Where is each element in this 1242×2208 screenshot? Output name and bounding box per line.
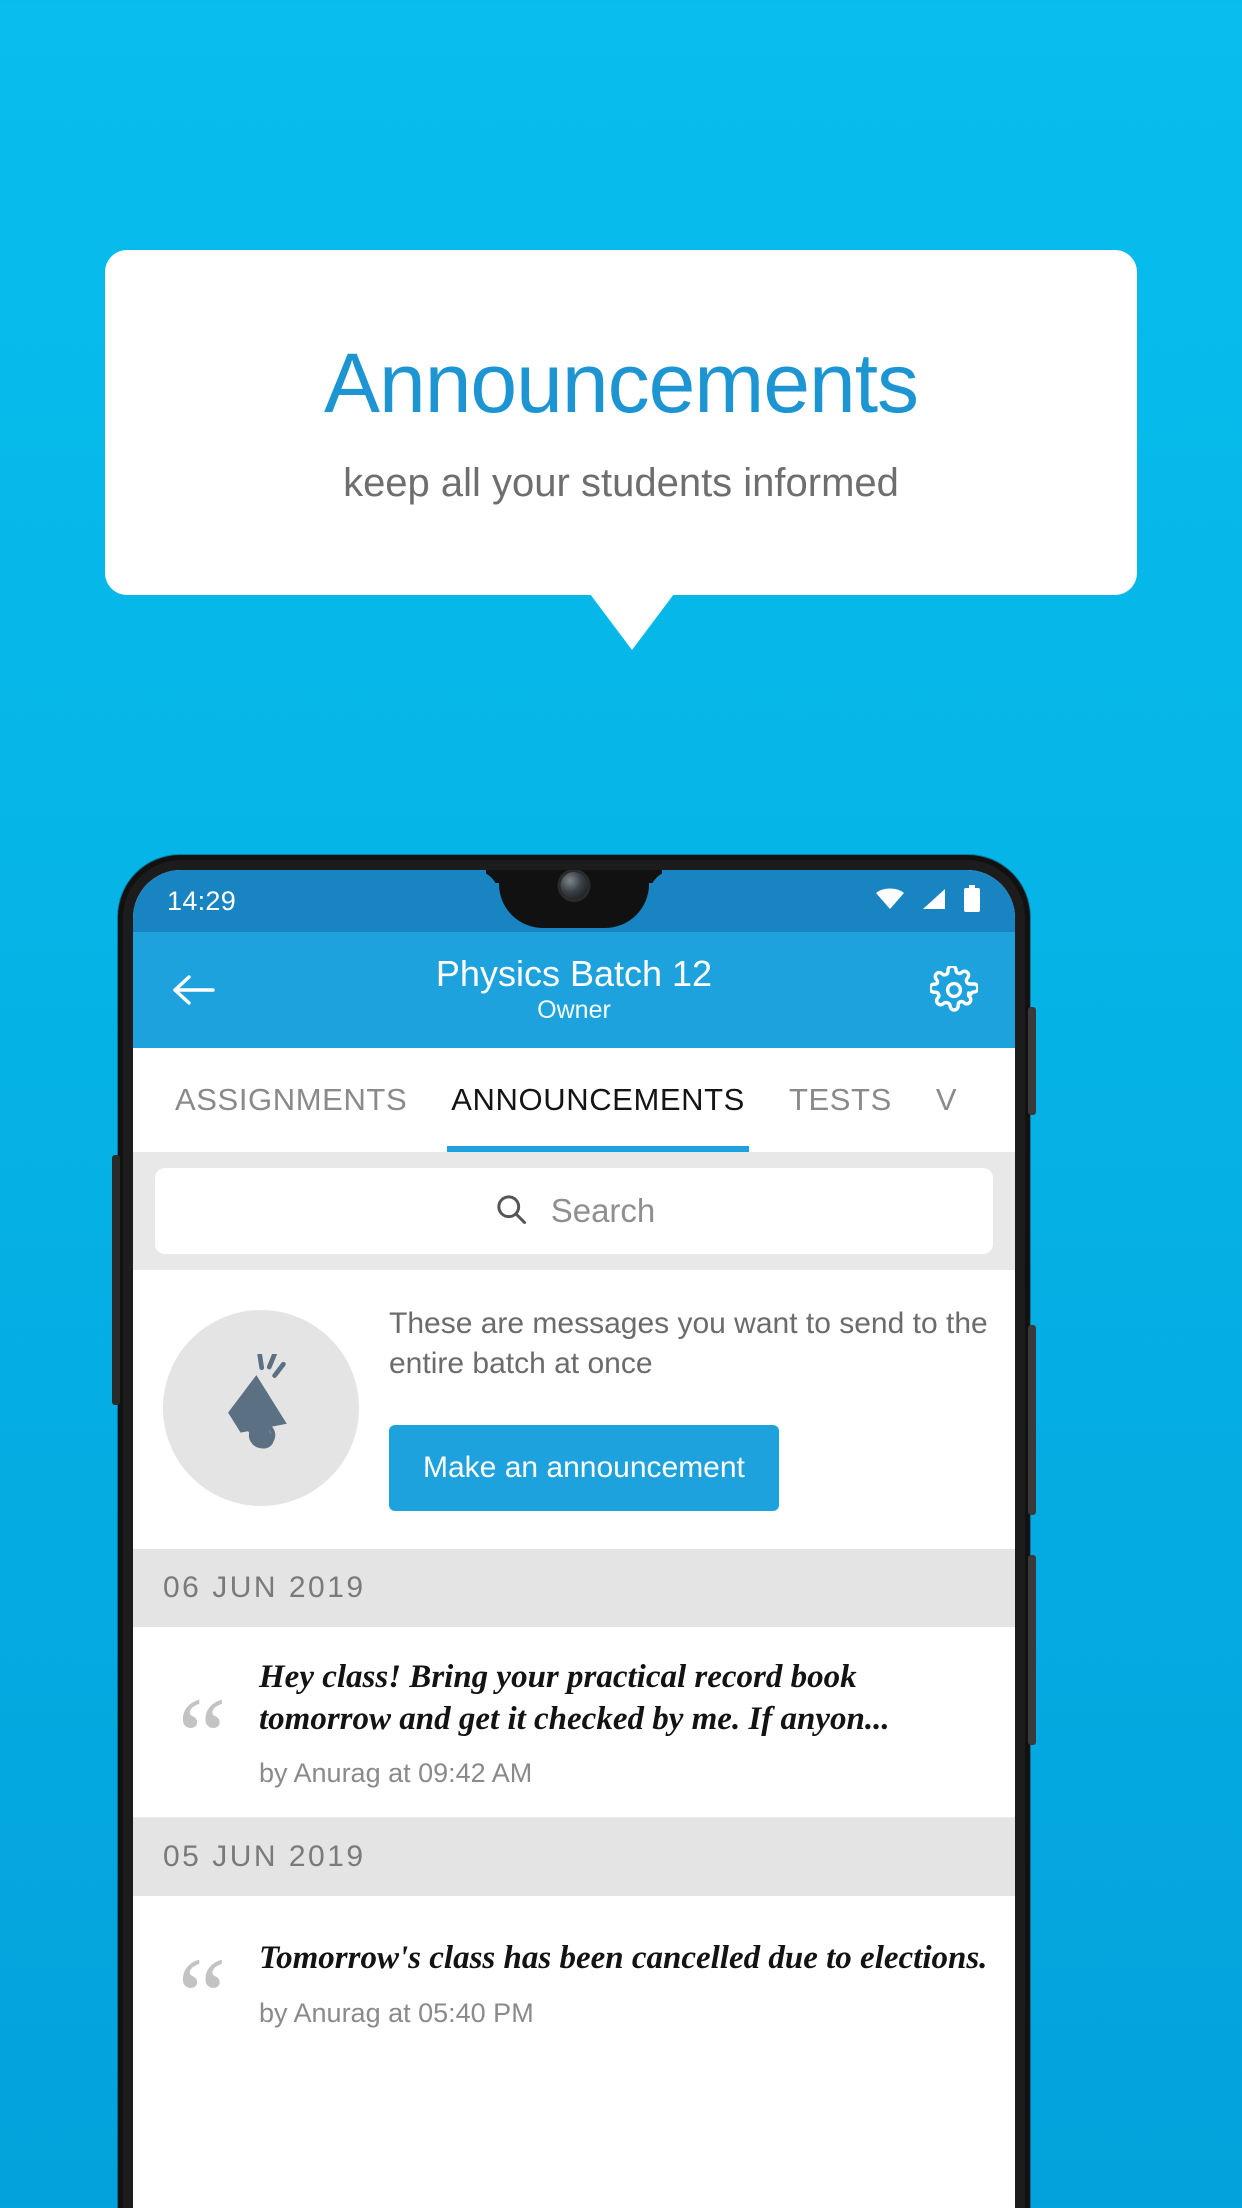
signal-icon: [921, 887, 947, 916]
tab-more[interactable]: V: [914, 1048, 979, 1152]
status-bar-time: 14:29: [167, 885, 237, 916]
tab-assignments[interactable]: ASSIGNMENTS: [133, 1048, 429, 1152]
back-arrow-icon[interactable]: [159, 955, 229, 1025]
quote-mark-icon: “: [177, 1935, 227, 2058]
batch-title: Physics Batch 12: [435, 952, 713, 994]
phone-volume-up-button[interactable]: [1028, 1325, 1036, 1515]
phone-mockup: 14:29 Physics Batch 12 Owner ASSIGNMENTS…: [112, 855, 1036, 2208]
announcement-body: Tomorrow's class has been cancelled due …: [259, 1938, 989, 2029]
page-subtitle: keep all your students informed: [343, 461, 899, 506]
megaphone-icon: [163, 1309, 359, 1506]
search-input[interactable]: Search: [155, 1168, 993, 1254]
app-bar: Physics Batch 12 Owner: [133, 932, 1015, 1048]
announcement-row[interactable]: “ Tomorrow's class has been cancelled du…: [133, 1896, 1015, 2069]
phone-notch: [499, 870, 649, 928]
tab-announcements[interactable]: ANNOUNCEMENTS: [429, 1048, 767, 1152]
phone-power-button[interactable]: [1028, 1007, 1036, 1115]
page-title: Announcements: [323, 335, 919, 430]
announcement-promo: These are messages you want to send to t…: [133, 1270, 1015, 1550]
promo-callout-card: Announcements keep all your students inf…: [105, 250, 1137, 595]
announcement-promo-text: These are messages you want to send to t…: [389, 1307, 988, 1380]
app-bar-titles: Physics Batch 12 Owner: [229, 952, 919, 1027]
status-bar-icons: [875, 884, 981, 918]
front-camera: [560, 872, 588, 899]
battery-icon: [963, 884, 981, 918]
phone-volume-down-button[interactable]: [1028, 1555, 1036, 1745]
announcement-body: Hey class! Bring your practical record b…: [259, 1657, 989, 1789]
announcement-promo-body: These are messages you want to send to t…: [389, 1304, 989, 1512]
tab-bar: ASSIGNMENTS ANNOUNCEMENTS TESTS V: [133, 1048, 1015, 1152]
announcement-text: Hey class! Bring your practical record b…: [259, 1659, 890, 1737]
announcement-row[interactable]: “ Hey class! Bring your practical record…: [133, 1627, 1015, 1818]
announcement-meta: by Anurag at 05:40 PM: [259, 1997, 534, 2028]
date-header: 06 JUN 2019: [133, 1549, 1015, 1628]
phone-left-side-button[interactable]: [112, 1155, 120, 1405]
quote-mark-icon: “: [177, 1675, 227, 1798]
batch-role: Owner: [537, 995, 611, 1024]
phone-screen: 14:29 Physics Batch 12 Owner ASSIGNMENTS…: [133, 870, 1015, 2208]
search-section: Search: [133, 1152, 1015, 1270]
tab-tests[interactable]: TESTS: [767, 1048, 914, 1152]
announcement-text: Tomorrow's class has been cancelled due …: [259, 1940, 988, 1977]
status-bar: 14:29: [133, 870, 1015, 932]
callout-tail: [590, 594, 674, 650]
search-icon: [493, 1191, 529, 1232]
gear-icon[interactable]: [919, 955, 989, 1025]
search-placeholder: Search: [550, 1192, 656, 1229]
make-announcement-button[interactable]: Make an announcement: [389, 1425, 779, 1512]
date-header: 05 JUN 2019: [133, 1818, 1015, 1897]
wifi-icon: [875, 887, 905, 916]
announcement-meta: by Anurag at 09:42 AM: [259, 1758, 533, 1789]
